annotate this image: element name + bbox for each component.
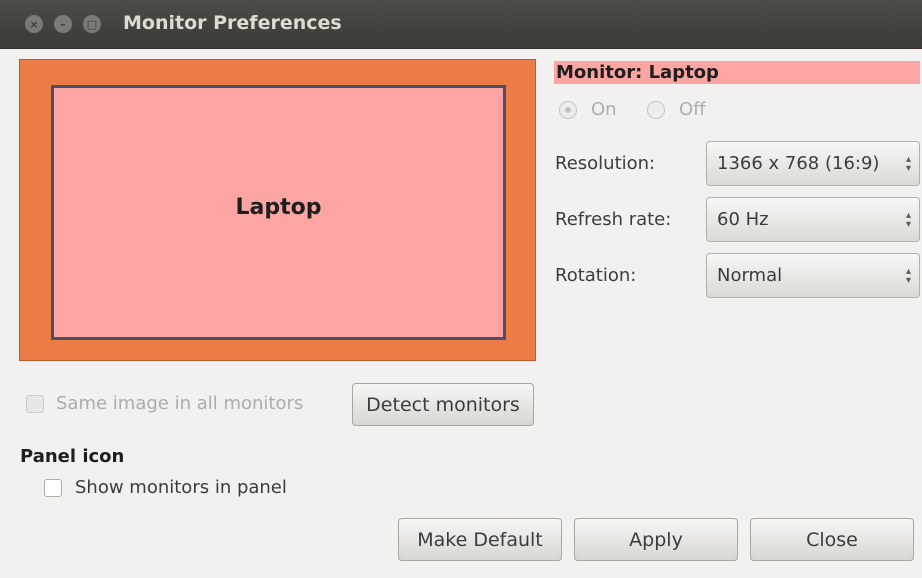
- on-radio-dot: [565, 107, 571, 113]
- make-default-button[interactable]: Make Default: [398, 518, 562, 561]
- close-glyph: ×: [29, 17, 39, 31]
- monitor-laptop-rect[interactable]: Laptop: [51, 85, 506, 340]
- apply-button[interactable]: Apply: [574, 518, 738, 561]
- spin-arrows-icon: ▴ ▾: [905, 265, 911, 286]
- rotation-value: Normal: [717, 265, 783, 286]
- monitor-rect-label: Laptop: [235, 195, 322, 220]
- off-radio-label: Off: [679, 99, 706, 120]
- window-title: Monitor Preferences: [123, 12, 342, 34]
- spin-arrows-icon: ▴ ▾: [905, 153, 911, 174]
- maximize-glyph: □: [86, 17, 98, 31]
- refresh-rate-value: 60 Hz: [717, 209, 769, 230]
- spin-arrows-icon: ▴ ▾: [905, 209, 911, 230]
- minimize-glyph: –: [60, 17, 66, 31]
- monitor-header: Monitor: Laptop: [554, 61, 920, 84]
- show-monitors-checkbox[interactable]: [44, 479, 62, 497]
- on-radio[interactable]: [559, 101, 577, 119]
- rotation-label: Rotation:: [555, 265, 637, 286]
- resolution-label: Resolution:: [555, 153, 656, 174]
- maximize-window-icon[interactable]: □: [83, 15, 101, 33]
- minimize-window-icon[interactable]: –: [54, 15, 72, 33]
- monitor-arrangement-area: Laptop: [19, 59, 536, 361]
- title-bar: × – □ Monitor Preferences: [0, 0, 922, 49]
- on-radio-label: On: [591, 99, 617, 120]
- detect-monitors-button[interactable]: Detect monitors: [352, 383, 534, 426]
- resolution-combo[interactable]: 1366 x 768 (16:9) ▴ ▾: [706, 141, 920, 186]
- close-window-icon[interactable]: ×: [25, 15, 43, 33]
- close-button[interactable]: Close: [750, 518, 914, 561]
- resolution-value: 1366 x 768 (16:9): [717, 153, 880, 174]
- same-image-label: Same image in all monitors: [56, 393, 304, 414]
- same-image-checkbox[interactable]: [26, 395, 44, 413]
- off-radio[interactable]: [647, 101, 665, 119]
- panel-icon-heading: Panel icon: [20, 446, 125, 467]
- rotation-combo[interactable]: Normal ▴ ▾: [706, 253, 920, 298]
- refresh-rate-combo[interactable]: 60 Hz ▴ ▾: [706, 197, 920, 242]
- refresh-rate-label: Refresh rate:: [555, 209, 672, 230]
- show-monitors-label: Show monitors in panel: [75, 477, 287, 498]
